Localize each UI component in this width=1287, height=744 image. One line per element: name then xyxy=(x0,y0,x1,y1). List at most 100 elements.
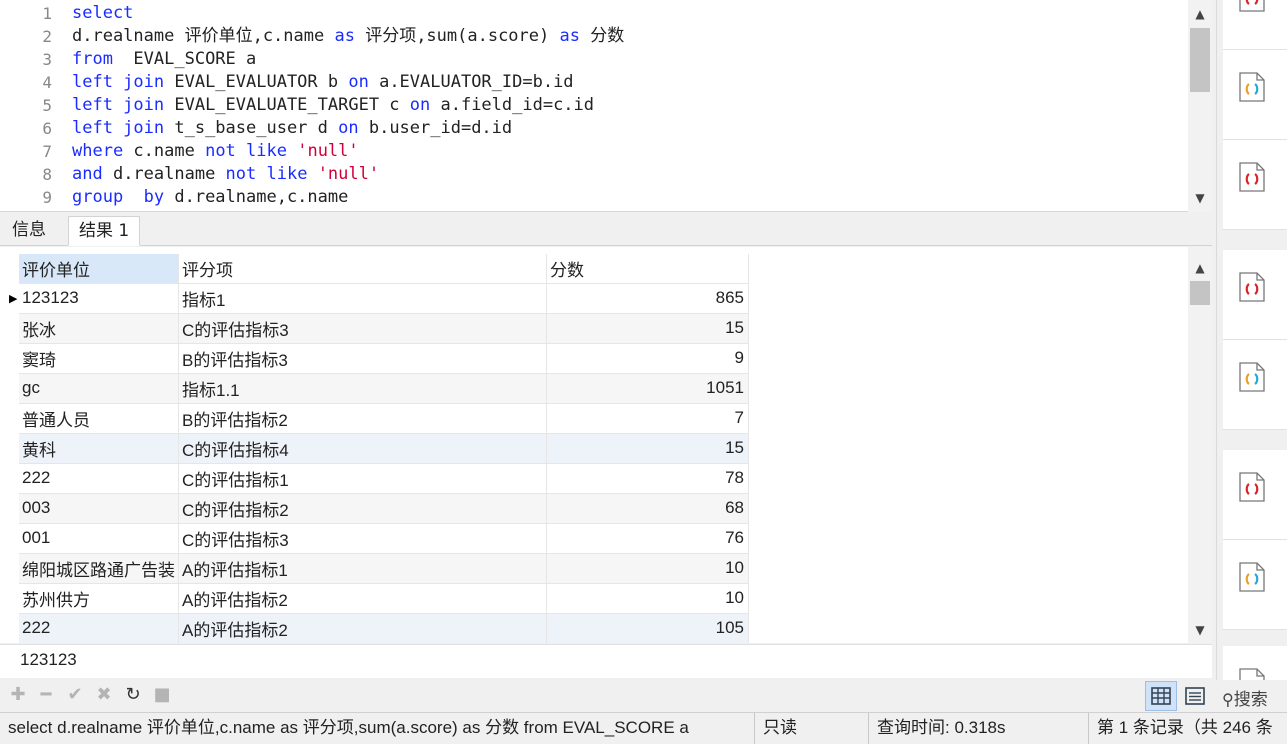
cell-unit[interactable]: 001 xyxy=(19,523,179,554)
code-text[interactable]: select xyxy=(72,2,133,25)
table-row[interactable]: 003 C的评估指标2 68 xyxy=(19,493,749,524)
code-lines[interactable]: 1 select 2 d.realname 评价单位,c.name as 评分项,su… xyxy=(0,2,1188,209)
query-file-item[interactable] xyxy=(1223,140,1287,230)
cell-score[interactable]: 15 xyxy=(546,433,749,464)
cell-unit[interactable]: gc xyxy=(19,373,179,404)
cell-score[interactable]: 865 xyxy=(546,283,749,314)
object-list-panel[interactable] xyxy=(1216,0,1287,680)
cell-score[interactable]: 7 xyxy=(546,403,749,434)
tab-info[interactable]: 信息 xyxy=(2,216,56,246)
cell-unit[interactable]: 123123 xyxy=(19,283,179,314)
cell-item[interactable]: B的评估指标2 xyxy=(178,403,547,434)
cell-score[interactable]: 78 xyxy=(546,463,749,494)
code-text[interactable]: from EVAL_SCORE a xyxy=(72,48,256,71)
scroll-down-icon[interactable]: ▼ xyxy=(1188,620,1212,640)
query-file-item[interactable] xyxy=(1223,50,1287,140)
code-line[interactable]: 4 left join EVAL_EVALUATOR b on a.EVALUAT… xyxy=(0,71,1188,94)
cell-unit[interactable]: 黄科 xyxy=(19,433,179,464)
table-row[interactable]: 普通人员 B的评估指标2 7 xyxy=(19,403,749,434)
table-row[interactable]: 窦琦 B的评估指标3 9 xyxy=(19,343,749,374)
editor-scrollbar[interactable]: ▲ ▼ xyxy=(1188,0,1212,212)
table-row[interactable]: 黄科 C的评估指标4 15 xyxy=(19,433,749,464)
cell-score[interactable]: 68 xyxy=(546,493,749,524)
cell-item[interactable]: 指标1 xyxy=(178,283,547,314)
cell-item[interactable]: A的评估指标2 xyxy=(178,613,547,643)
search-field[interactable]: ⚲搜索 xyxy=(1222,685,1268,710)
cell-unit[interactable]: 窦琦 xyxy=(19,343,179,374)
code-line[interactable]: 6 left join t_s_base_user d on b.user_id=… xyxy=(0,117,1188,140)
table-row[interactable]: 001 C的评估指标3 76 xyxy=(19,523,749,554)
code-line[interactable]: 2 d.realname 评价单位,c.name as 评分项,sum(a.sco… xyxy=(0,25,1188,48)
result-table[interactable]: 评价单位 评分项 分数 123123 指标1 865 张冰 C的评估指标3 15 窦琦 B的评… xyxy=(19,254,749,643)
code-text[interactable]: and d.realname not like 'null' xyxy=(72,163,379,186)
code-text[interactable]: left join EVAL_EVALUATOR b on a.EVALUATO… xyxy=(72,71,574,94)
tab-result-1[interactable]: 结果 1 xyxy=(68,216,141,246)
code-line[interactable]: 9 group by d.realname,c.name xyxy=(0,186,1188,209)
cell-item[interactable]: C的评估指标2 xyxy=(178,493,547,524)
cell-item[interactable]: C的评估指标3 xyxy=(178,523,547,554)
cell-unit[interactable]: 222 xyxy=(19,463,179,494)
query-file-item[interactable] xyxy=(1223,646,1287,680)
cell-item[interactable]: C的评估指标3 xyxy=(178,313,547,344)
add-record-icon[interactable]: ✚ xyxy=(7,684,29,706)
column-header-score[interactable]: 分数 xyxy=(546,254,749,284)
column-header-unit[interactable]: 评价单位 xyxy=(19,254,179,284)
cell-unit[interactable]: 张冰 xyxy=(19,313,179,344)
cell-unit[interactable]: 绵阳城区路通广告装 xyxy=(19,553,179,584)
cell-item[interactable]: C的评估指标1 xyxy=(178,463,547,494)
cell-score[interactable]: 9 xyxy=(546,343,749,374)
result-grid[interactable]: ▶ 评价单位 评分项 分数 123123 指标1 865 张冰 C的评估指标3 15 窦琦 B… xyxy=(0,247,1212,643)
sql-editor[interactable]: 1 select 2 d.realname 评价单位,c.name as 评分项,su… xyxy=(0,0,1212,212)
delete-record-icon[interactable]: ━ xyxy=(35,684,57,706)
cell-score[interactable]: 105 xyxy=(546,613,749,643)
table-row[interactable]: 123123 指标1 865 xyxy=(19,283,749,314)
table-row[interactable]: 苏州供方 A的评估指标2 10 xyxy=(19,583,749,614)
scroll-up-icon[interactable]: ▲ xyxy=(1188,4,1212,24)
scroll-up-icon[interactable]: ▲ xyxy=(1188,258,1212,278)
code-line[interactable]: 8 and d.realname not like 'null' xyxy=(0,163,1188,186)
cell-score[interactable]: 10 xyxy=(546,583,749,614)
table-row[interactable]: 绵阳城区路通广告装 A的评估指标1 10 xyxy=(19,553,749,584)
code-line[interactable]: 5 left join EVAL_EVALUATE_TARGET c on a.f… xyxy=(0,94,1188,117)
code-text[interactable]: left join t_s_base_user d on b.user_id=d… xyxy=(72,117,512,140)
cell-unit[interactable]: 苏州供方 xyxy=(19,583,179,614)
code-line[interactable]: 7 where c.name not like 'null' xyxy=(0,140,1188,163)
code-line[interactable]: 1 select xyxy=(0,2,1188,25)
query-file-item[interactable] xyxy=(1223,540,1287,630)
cell-unit[interactable]: 003 xyxy=(19,493,179,524)
code-text[interactable]: where c.name not like 'null' xyxy=(72,140,359,163)
grid-scrollbar[interactable]: ▲ ▼ xyxy=(1188,247,1212,643)
cell-score[interactable]: 10 xyxy=(546,553,749,584)
table-row[interactable]: 张冰 C的评估指标3 15 xyxy=(19,313,749,344)
query-file-item[interactable] xyxy=(1223,450,1287,540)
query-file-item[interactable] xyxy=(1223,0,1287,50)
cell-score[interactable]: 15 xyxy=(546,313,749,344)
editor-scroll-thumb[interactable] xyxy=(1190,28,1210,92)
cell-score[interactable]: 76 xyxy=(546,523,749,554)
cell-item[interactable]: B的评估指标3 xyxy=(178,343,547,374)
grid-scroll-thumb[interactable] xyxy=(1190,281,1210,305)
apply-changes-icon[interactable]: ✔ xyxy=(64,684,86,706)
form-view-button[interactable] xyxy=(1179,681,1211,711)
refresh-icon[interactable]: ↻ xyxy=(122,684,144,706)
cell-unit[interactable]: 普通人员 xyxy=(19,403,179,434)
table-row[interactable]: 222 A的评估指标2 105 xyxy=(19,613,749,643)
cell-item[interactable]: A的评估指标2 xyxy=(178,583,547,614)
code-line[interactable]: 3 from EVAL_SCORE a xyxy=(0,48,1188,71)
column-header-item[interactable]: 评分项 xyxy=(178,254,547,284)
cell-item[interactable]: A的评估指标1 xyxy=(178,553,547,584)
table-row[interactable]: gc 指标1.1 1051 xyxy=(19,373,749,404)
stop-icon[interactable]: ■ xyxy=(151,684,173,706)
code-text[interactable]: group by d.realname,c.name xyxy=(72,186,348,209)
cell-item[interactable]: C的评估指标4 xyxy=(178,433,547,464)
cell-score[interactable]: 1051 xyxy=(546,373,749,404)
cell-item[interactable]: 指标1.1 xyxy=(178,373,547,404)
discard-changes-icon[interactable]: ✖ xyxy=(93,684,115,706)
query-file-item[interactable] xyxy=(1223,340,1287,430)
cell-unit[interactable]: 222 xyxy=(19,613,179,643)
grid-view-button[interactable] xyxy=(1145,681,1177,711)
code-text[interactable]: d.realname 评价单位,c.name as 评分项,sum(a.scor… xyxy=(72,25,624,48)
scroll-down-icon[interactable]: ▼ xyxy=(1188,188,1212,208)
query-file-item[interactable] xyxy=(1223,250,1287,340)
code-text[interactable]: left join EVAL_EVALUATE_TARGET c on a.fi… xyxy=(72,94,594,117)
